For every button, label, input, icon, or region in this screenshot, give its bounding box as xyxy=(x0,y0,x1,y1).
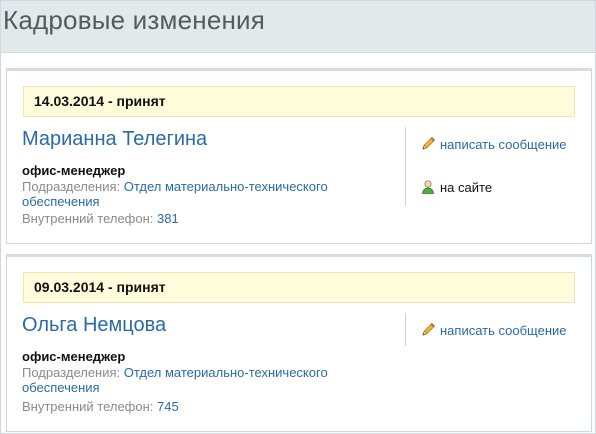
phone-number[interactable]: 381 xyxy=(157,211,179,226)
hr-change-card: 14.03.2014 - принят Марианна Телегина оф… xyxy=(6,68,592,244)
page: Кадровые изменения 14.03.2014 - принят М… xyxy=(0,0,596,434)
hr-change-card: 09.03.2014 - принят Ольга Немцова офис-м… xyxy=(6,254,592,432)
employee-department: Подразделения: Отдел материально-техниче… xyxy=(22,365,372,395)
phone-number[interactable]: 745 xyxy=(157,399,179,414)
user-online-icon xyxy=(420,179,436,195)
event-date-status: 14.03.2014 - принят xyxy=(23,86,575,117)
write-message-button[interactable]: написать сообщение xyxy=(420,322,567,338)
department-label: Подразделения: xyxy=(22,365,121,380)
employee-position: офис-менеджер xyxy=(22,163,126,178)
employee-position: офис-менеджер xyxy=(22,349,126,364)
employee-name-link[interactable]: Ольга Немцова xyxy=(22,314,166,337)
phone-label: Внутренний телефон: xyxy=(22,399,154,414)
employee-name-link[interactable]: Марианна Телегина xyxy=(22,128,207,151)
side-divider xyxy=(405,313,406,346)
online-status-label: на сайте xyxy=(440,179,493,195)
employee-phone: Внутренний телефон: 745 xyxy=(22,399,179,414)
department-label: Подразделения: xyxy=(22,179,121,194)
phone-label: Внутренний телефон: xyxy=(22,211,154,226)
online-status: на сайте xyxy=(420,179,492,195)
page-header: Кадровые изменения xyxy=(1,1,595,53)
write-message-label: написать сообщение xyxy=(440,136,567,152)
pencil-icon xyxy=(420,136,436,152)
write-message-label: написать сообщение xyxy=(440,322,567,338)
page-title: Кадровые изменения xyxy=(3,5,266,35)
write-message-button[interactable]: написать сообщение xyxy=(420,136,567,152)
employee-phone: Внутренний телефон: 381 xyxy=(22,211,179,226)
hr-changes-list: 14.03.2014 - принят Марианна Телегина оф… xyxy=(1,53,595,433)
employee-department: Подразделения: Отдел материально-техниче… xyxy=(22,179,372,209)
pencil-icon xyxy=(420,322,436,338)
side-divider xyxy=(405,127,406,206)
event-date-status: 09.03.2014 - принят xyxy=(23,272,575,303)
